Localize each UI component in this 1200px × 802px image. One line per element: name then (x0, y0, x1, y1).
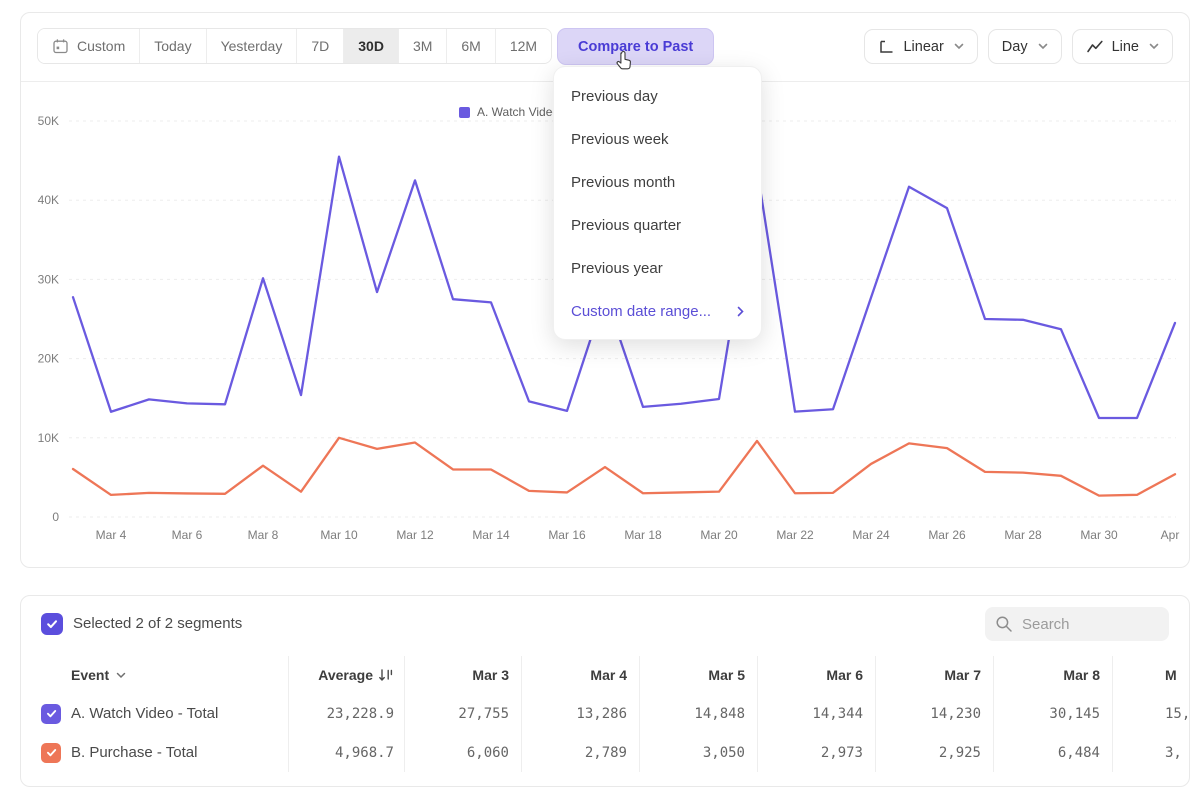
interval-dropdown[interactable]: Day (988, 29, 1062, 64)
selected-segments-label: Selected 2 of 2 segments (73, 615, 242, 632)
chevron-down-icon (1038, 43, 1048, 50)
segments-table-card: Selected 2 of 2 segments Event Average (20, 595, 1190, 787)
range-button-12m[interactable]: 12M (496, 29, 551, 63)
checkmark-icon (45, 746, 58, 759)
svg-text:Mar 12: Mar 12 (396, 528, 434, 542)
svg-text:Mar 28: Mar 28 (1004, 528, 1042, 542)
row-checkbox-purchase[interactable] (41, 743, 61, 763)
checkmark-icon (45, 707, 58, 720)
menu-item-previous-day[interactable]: Previous day (554, 75, 761, 118)
sort-descending-icon (378, 668, 394, 683)
svg-text:Mar 18: Mar 18 (624, 528, 662, 542)
cell-value: 2,973 (757, 733, 875, 772)
svg-text:20K: 20K (38, 352, 59, 366)
range-button-30d[interactable]: 30D (344, 29, 399, 63)
svg-text:Mar 30: Mar 30 (1080, 528, 1118, 542)
column-header-mar6[interactable]: Mar 6 (757, 656, 875, 694)
chevron-down-icon (1149, 43, 1159, 50)
view-controls: Linear Day Line (864, 29, 1173, 64)
column-header-mar7[interactable]: Mar 7 (875, 656, 993, 694)
column-header-mar5[interactable]: Mar 5 (639, 656, 757, 694)
column-header-mar3[interactable]: Mar 3 (404, 656, 521, 694)
svg-text:Mar 8: Mar 8 (248, 528, 279, 542)
cell-value: 2,925 (875, 733, 993, 772)
cell-value: 3,050 (639, 733, 757, 772)
cell-value: 27,755 (404, 694, 521, 733)
date-range-segmented-control: Custom Today Yesterday 7D 30D 3M 6M 12M (37, 28, 552, 64)
cell-average: 23,228.9 (288, 694, 404, 733)
svg-text:50K: 50K (38, 114, 59, 128)
cell-value: 2,789 (521, 733, 639, 772)
calendar-icon (52, 38, 69, 55)
svg-text:Mar 22: Mar 22 (776, 528, 814, 542)
axes-icon (878, 39, 895, 55)
svg-text:10K: 10K (38, 431, 59, 445)
column-header-event[interactable]: Event (21, 656, 288, 694)
search-icon (995, 615, 1013, 633)
cell-value: 6,484 (993, 733, 1112, 772)
cell-value-clipped: 3, (1112, 733, 1190, 772)
search-box[interactable] (985, 607, 1169, 641)
menu-item-previous-year[interactable]: Previous year (554, 247, 761, 290)
compare-to-past-menu: Previous day Previous week Previous mont… (553, 66, 762, 340)
range-button-today[interactable]: Today (140, 29, 206, 63)
cell-average: 4,968.7 (288, 733, 404, 772)
column-header-mar8[interactable]: Mar 8 (993, 656, 1112, 694)
row-checkbox-watch-video[interactable] (41, 704, 61, 724)
search-input[interactable] (1022, 616, 1152, 633)
table-row-watch-video: A. Watch Video - Total 23,228.9 27,755 1… (21, 694, 1190, 733)
svg-text:Mar 6: Mar 6 (172, 528, 203, 542)
svg-text:Mar 14: Mar 14 (472, 528, 510, 542)
range-button-yesterday[interactable]: Yesterday (207, 29, 298, 63)
cell-value: 14,848 (639, 694, 757, 733)
cell-value: 6,060 (404, 733, 521, 772)
series-line-b-purchase[interactable] (73, 438, 1175, 496)
svg-text:Mar 24: Mar 24 (852, 528, 890, 542)
checkmark-icon (45, 617, 59, 631)
scale-dropdown[interactable]: Linear (864, 29, 977, 64)
menu-item-previous-week[interactable]: Previous week (554, 118, 761, 161)
chevron-down-icon (954, 43, 964, 50)
range-button-label: Custom (77, 38, 125, 54)
select-all-checkbox[interactable] (41, 613, 63, 635)
cell-value: 30,145 (993, 694, 1112, 733)
chevron-right-icon (737, 306, 744, 317)
table-row-purchase: B. Purchase - Total 4,968.7 6,060 2,789 … (21, 733, 1190, 772)
menu-item-custom-date-range[interactable]: Custom date range... (554, 290, 761, 333)
cell-value: 14,344 (757, 694, 875, 733)
segment-name: B. Purchase - Total (71, 744, 197, 761)
chart-type-dropdown[interactable]: Line (1072, 29, 1173, 64)
column-header-mar4[interactable]: Mar 4 (521, 656, 639, 694)
svg-text:Apr 1: Apr 1 (1161, 528, 1183, 542)
column-header-clipped[interactable]: M (1112, 656, 1190, 694)
segments-bar: Selected 2 of 2 segments (21, 610, 1189, 650)
range-button-6m[interactable]: 6M (447, 29, 495, 63)
svg-text:Mar 26: Mar 26 (928, 528, 966, 542)
table-header-row: Event Average Mar 3 Mar 4 Mar 5 Mar 6 Ma (21, 656, 1190, 694)
svg-text:0: 0 (52, 510, 59, 524)
range-button-3m[interactable]: 3M (399, 29, 447, 63)
compare-to-past-button[interactable]: Compare to Past (557, 28, 714, 65)
cell-value: 13,286 (521, 694, 639, 733)
cell-value: 14,230 (875, 694, 993, 733)
column-header-average[interactable]: Average (288, 656, 404, 694)
cell-value-clipped: 15, (1112, 694, 1190, 733)
chevron-down-icon (116, 672, 126, 679)
range-button-7d[interactable]: 7D (297, 29, 344, 63)
svg-text:30K: 30K (38, 272, 59, 286)
menu-item-previous-month[interactable]: Previous month (554, 161, 761, 204)
svg-text:40K: 40K (38, 193, 59, 207)
svg-text:Mar 20: Mar 20 (700, 528, 738, 542)
menu-item-previous-quarter[interactable]: Previous quarter (554, 204, 761, 247)
svg-text:Mar 16: Mar 16 (548, 528, 586, 542)
range-button-custom[interactable]: Custom (38, 29, 140, 63)
segment-name: A. Watch Video - Total (71, 705, 218, 722)
line-chart-icon (1086, 39, 1104, 54)
svg-text:Mar 10: Mar 10 (320, 528, 358, 542)
segments-table: Event Average Mar 3 Mar 4 Mar 5 Mar 6 Ma (21, 656, 1190, 772)
svg-text:Mar 4: Mar 4 (96, 528, 127, 542)
